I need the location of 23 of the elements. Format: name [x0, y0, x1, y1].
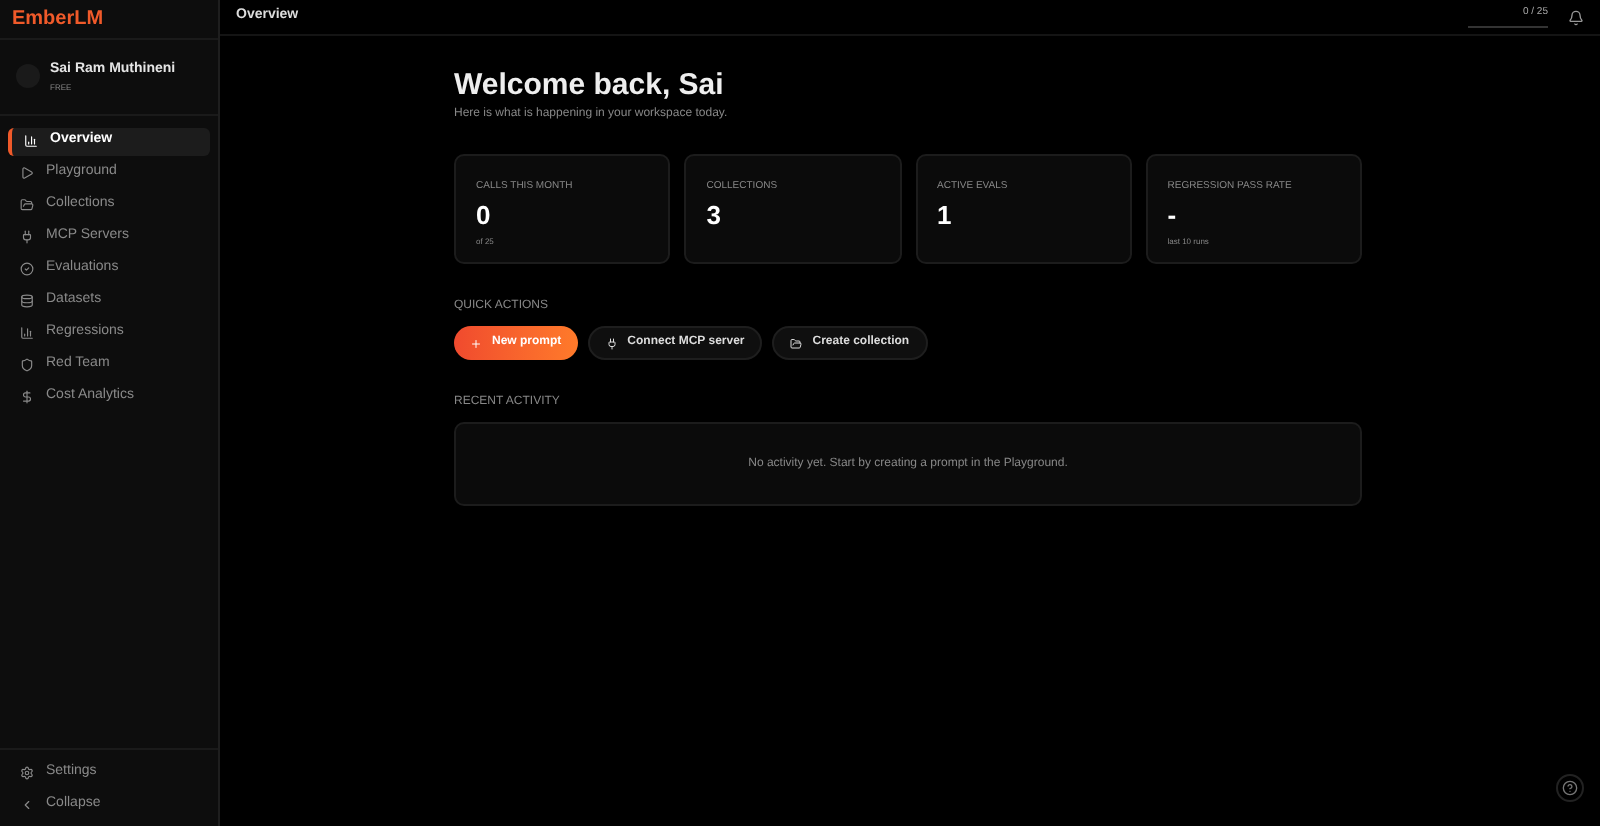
check-circle-icon: [20, 262, 34, 276]
bar-chart-icon: [20, 326, 34, 340]
help-button[interactable]: [1556, 774, 1584, 802]
help-icon: [1562, 780, 1578, 796]
plus-icon: [470, 337, 482, 349]
dollar-icon: [20, 390, 34, 404]
stat-value: 3: [706, 199, 723, 231]
bell-icon[interactable]: [1568, 9, 1584, 25]
brand-logo[interactable]: EmberLM: [12, 4, 104, 34]
plug-icon: [605, 337, 618, 349]
database-icon: [20, 294, 34, 308]
welcome-heading: Welcome back, Sai: [454, 68, 726, 104]
shield-icon: [20, 358, 34, 372]
stat-value: 0: [476, 199, 493, 231]
play-icon: [20, 166, 34, 180]
stat-value: -: [1167, 199, 1179, 231]
plug-icon: [20, 230, 34, 244]
folder-icon: [790, 337, 803, 349]
settings-icon: [20, 765, 34, 779]
folder-icon: [20, 198, 34, 212]
stat-value: 1: [937, 199, 954, 231]
bar-chart-icon: [24, 134, 38, 148]
chevron-left-icon: [20, 797, 34, 811]
